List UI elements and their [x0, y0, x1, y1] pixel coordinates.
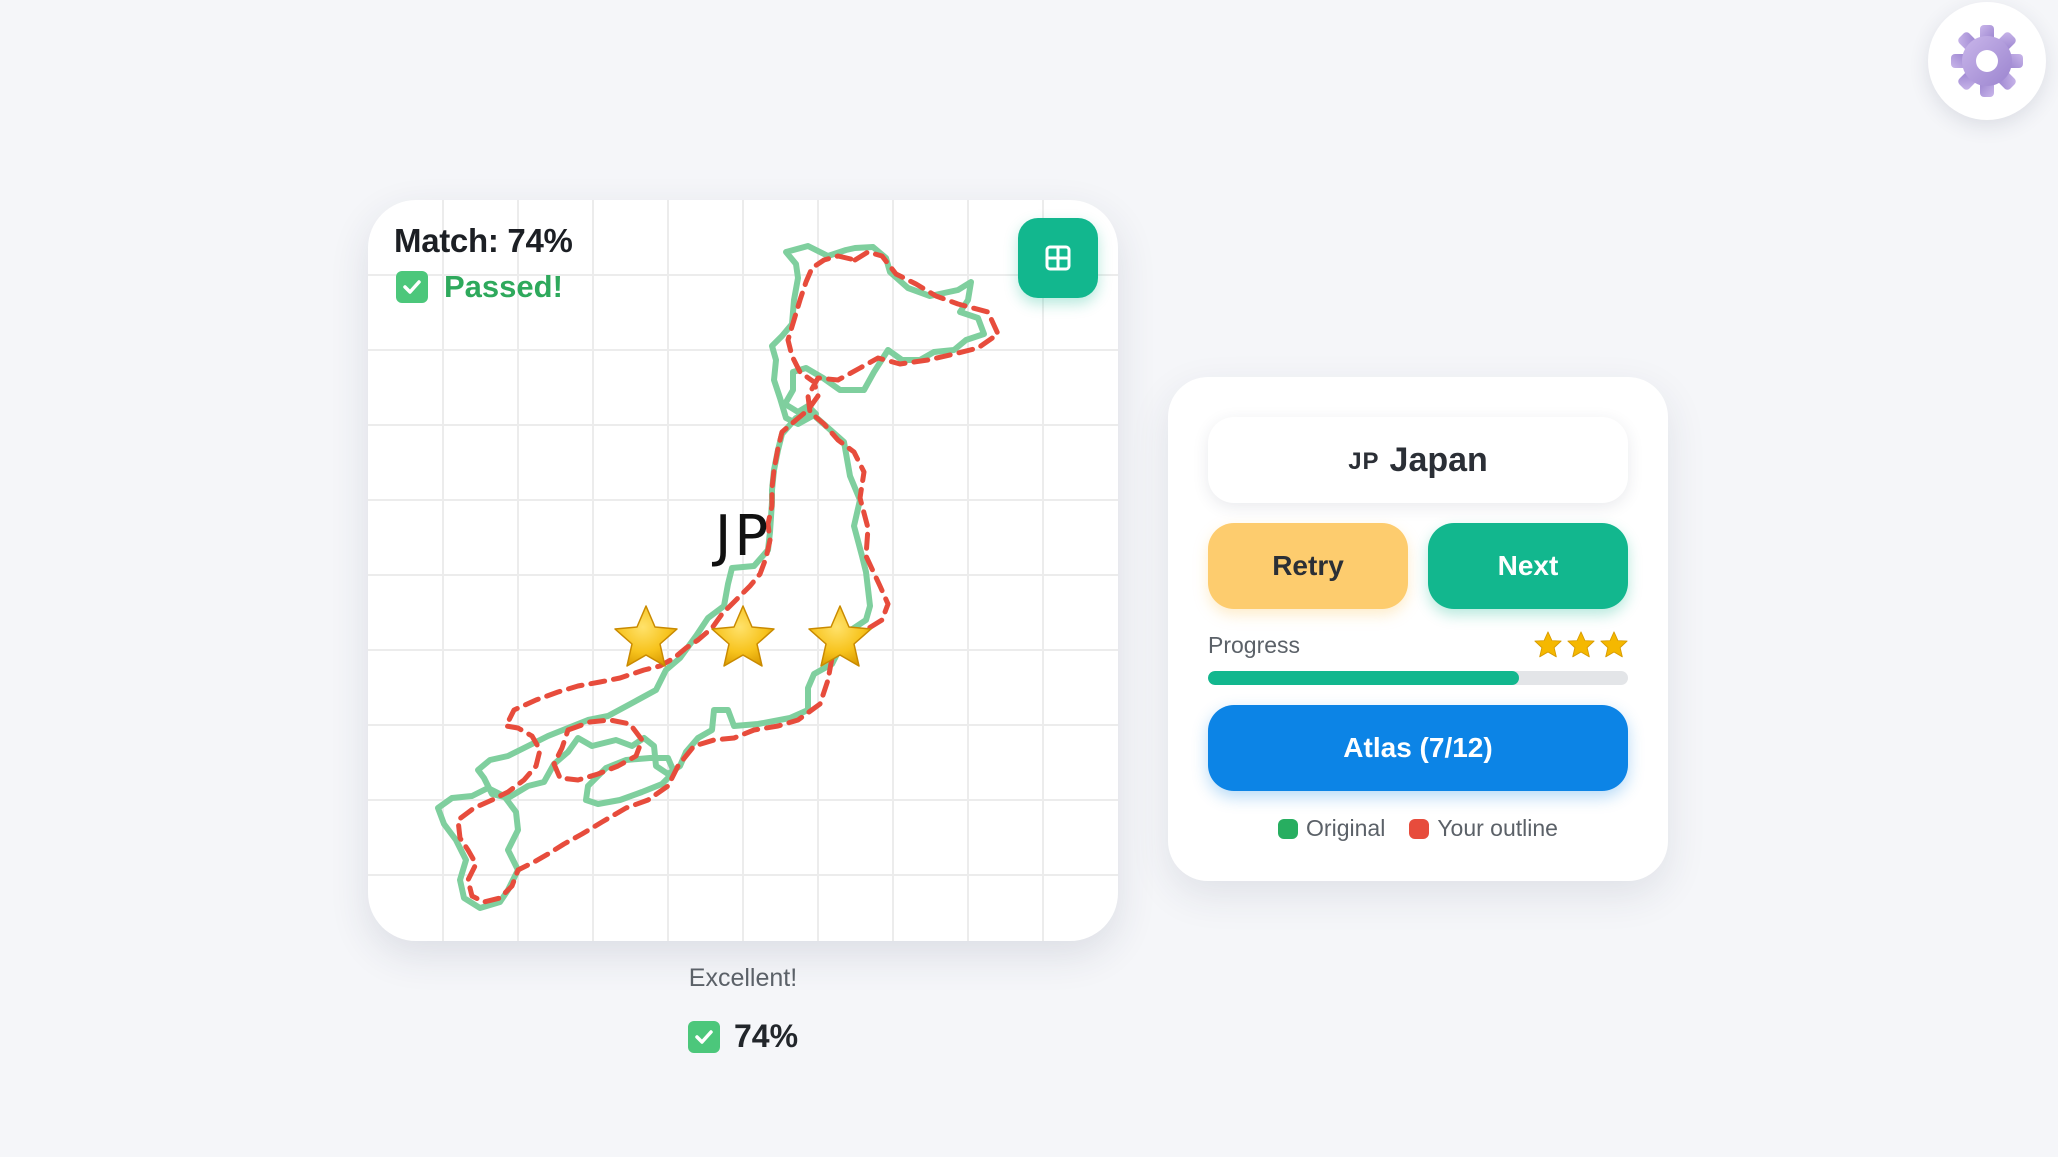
progress-bar-fill	[1208, 671, 1519, 685]
progress-bar	[1208, 671, 1628, 685]
map-card: Match: 74% Passed! JP	[368, 200, 1118, 941]
original-outline	[435, 243, 987, 911]
country-name: Japan	[1389, 440, 1488, 479]
match-score-label: Match: 74%	[394, 222, 573, 259]
progress-label: Progress	[1208, 632, 1301, 658]
atlas-button[interactable]: Atlas (7/12)	[1208, 705, 1628, 791]
country-code: JP	[1348, 448, 1380, 475]
check-icon	[396, 271, 428, 303]
retry-button[interactable]: Retry	[1208, 523, 1408, 609]
progress-stars	[1534, 631, 1628, 659]
star-icon	[1534, 631, 1562, 658]
result-caption: Excellent!	[688, 964, 798, 992]
passed-status: Passed!	[396, 269, 563, 305]
legend-swatch-original	[1278, 818, 1299, 839]
score-value: 74%	[733, 1018, 799, 1054]
info-panel: JP Japan Retry Next Progress Atlas (7/12…	[1168, 377, 1668, 881]
grid-icon	[1045, 245, 1071, 271]
passed-label: Passed!	[444, 269, 563, 304]
legend-swatch-your-outline	[1409, 818, 1430, 839]
score-summary: 74%	[368, 1018, 1118, 1055]
star-icon	[1600, 631, 1628, 658]
map-country-code: JP	[714, 504, 772, 569]
map-canvas[interactable]	[368, 200, 1118, 941]
legend: Original Your outline	[1208, 815, 1628, 842]
next-button[interactable]: Next	[1428, 523, 1628, 609]
legend-label-your-outline: Your outline	[1437, 815, 1558, 841]
grid-toggle-button[interactable]	[1018, 218, 1098, 298]
gear-icon	[1951, 25, 2023, 97]
settings-button[interactable]	[1928, 2, 2046, 120]
legend-label-original: Original	[1306, 815, 1386, 841]
check-icon	[687, 1020, 720, 1053]
map-grid	[368, 200, 1118, 941]
legend-item-your-outline: Your outline	[1409, 815, 1558, 842]
star-icon	[1567, 631, 1595, 658]
country-header: JP Japan	[1208, 417, 1628, 503]
legend-item-original: Original	[1278, 815, 1385, 842]
